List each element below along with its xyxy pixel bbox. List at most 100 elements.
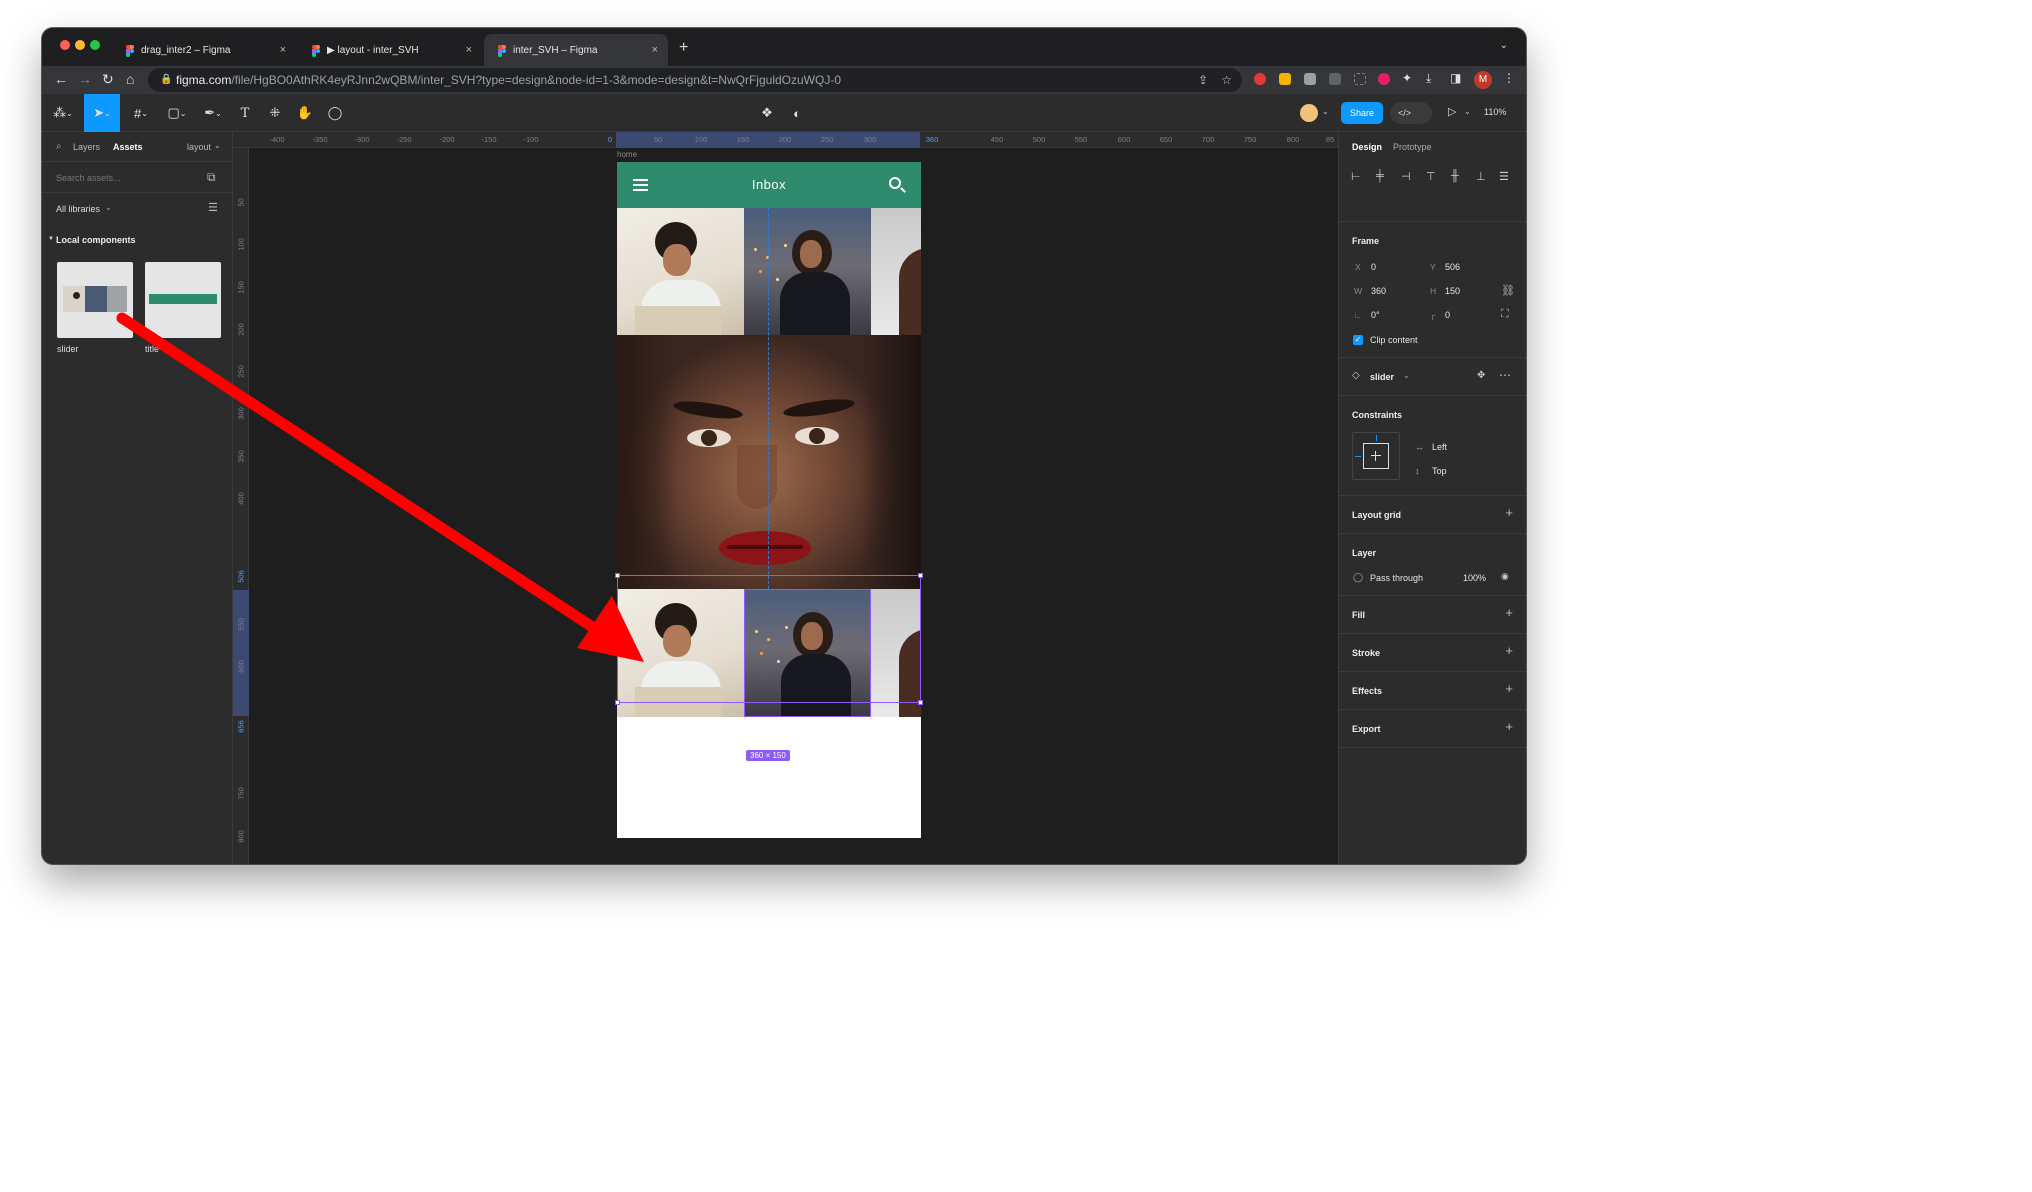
constrain-proportions-icon[interactable]: ⛓ (1501, 284, 1515, 297)
component-thumbnail-slider[interactable] (57, 262, 133, 338)
extension-icon[interactable] (1279, 73, 1291, 85)
browser-tab[interactable]: drag_inter2 – Figma × (112, 34, 296, 66)
rotation-input[interactable]: 0° (1371, 310, 1380, 320)
page-select[interactable]: layout (187, 142, 211, 152)
puzzle-extensions-icon[interactable]: ✦ (1402, 71, 1412, 85)
dev-mode-toggle[interactable]: </> (1390, 102, 1432, 124)
close-window-button[interactable] (60, 40, 70, 50)
profile-avatar[interactable]: M (1474, 71, 1492, 89)
resources-tool-icon[interactable]: ⁜ (264, 94, 286, 132)
component-thumbnail-title[interactable] (145, 262, 221, 338)
frame-title[interactable]: Frame (1352, 236, 1379, 246)
align-horizontal-center-icon[interactable]: ╪ (1376, 170, 1384, 182)
extension-icon[interactable] (1329, 73, 1341, 85)
align-right-icon[interactable]: ⊣ (1401, 170, 1411, 183)
zoom-level[interactable]: 110% (1484, 107, 1506, 117)
browser-tab[interactable]: ▶ layout - inter_SVH × (298, 34, 482, 66)
slider-instance-image-reading-boy[interactable] (617, 589, 744, 717)
go-to-component-icon[interactable]: ✥ (1477, 370, 1485, 381)
address-bar[interactable]: 🔒 figma.com/file/HgBO0AthRK4eyRJnn2wQBM/… (148, 68, 1242, 92)
home-frame[interactable]: Inbox (617, 162, 921, 838)
side-panel-icon[interactable]: ◨ (1450, 71, 1461, 85)
slider-instance-image-city-woman[interactable] (744, 589, 871, 717)
back-arrow-icon[interactable]: ← (54, 71, 68, 87)
component-icon[interactable]: ❖ (756, 94, 778, 132)
align-bottom-icon[interactable]: ⊥ (1476, 170, 1486, 183)
slider-image-city-woman[interactable] (744, 208, 871, 335)
corner-radius-input[interactable]: 0 (1445, 310, 1450, 320)
distribute-icon[interactable]: ☰ (1499, 170, 1509, 183)
design-canvas[interactable]: home Inbox 360 × 150 (249, 148, 1338, 864)
move-tool-icon[interactable]: ➤ ⌄ (84, 94, 120, 132)
share-page-icon[interactable]: ⇪ (1198, 68, 1208, 92)
add-stroke-icon[interactable]: + (1505, 643, 1513, 658)
camera-extension-icon[interactable] (1304, 73, 1316, 85)
height-input[interactable]: 150 (1445, 286, 1460, 296)
extension-icon[interactable] (1378, 73, 1390, 85)
vertical-constraint-select[interactable]: Top (1432, 466, 1447, 476)
app-bar[interactable]: Inbox (617, 162, 921, 208)
bookmark-star-icon[interactable]: ☆ (1221, 68, 1232, 92)
search-icon[interactable] (889, 177, 901, 189)
reload-icon[interactable]: ↻ (102, 71, 114, 88)
main-menu-icon[interactable]: ⁂ ⌄ (48, 94, 78, 132)
close-tab-icon[interactable]: × (652, 44, 658, 56)
tab-prototype[interactable]: Prototype (1393, 142, 1432, 152)
new-tab-button[interactable]: + (679, 39, 688, 57)
tab-layers[interactable]: Layers (73, 142, 100, 152)
y-input[interactable]: 506 (1445, 262, 1460, 272)
align-vertical-center-icon[interactable]: ╫ (1451, 170, 1459, 182)
download-icon[interactable]: ⤓ (1426, 71, 1431, 86)
search-icon[interactable]: ⌕ (56, 141, 62, 152)
align-top-icon[interactable]: ⊤ (1426, 170, 1436, 183)
maximize-window-button[interactable] (90, 40, 100, 50)
frame-tool-icon[interactable]: # ⌄ (126, 94, 156, 132)
list-view-icon[interactable]: ☰ (208, 201, 218, 214)
slider-image-reading-boy[interactable] (617, 208, 744, 335)
user-avatar[interactable] (1300, 104, 1318, 122)
text-tool-icon[interactable]: T (234, 94, 256, 132)
component-name[interactable]: slider (1370, 372, 1394, 382)
home-icon[interactable]: ⌂ (126, 71, 134, 87)
slider-instance-image-partial[interactable] (871, 589, 921, 717)
chevron-down-icon[interactable]: ⌄ (1464, 107, 1471, 116)
add-export-icon[interactable]: + (1505, 719, 1513, 734)
x-input[interactable]: 0 (1371, 262, 1376, 272)
search-input[interactable]: Search assets... (56, 173, 121, 183)
forward-arrow-icon[interactable]: → (78, 71, 92, 87)
close-tab-icon[interactable]: × (280, 44, 286, 56)
hand-tool-icon[interactable]: ✋ (294, 94, 316, 132)
chevron-down-icon[interactable]: ⌄ (1403, 371, 1410, 380)
align-left-icon[interactable]: ⊢ (1351, 170, 1361, 183)
slider-image-partial[interactable] (871, 208, 921, 335)
independent-corners-icon[interactable]: ⛶ (1501, 308, 1509, 321)
present-play-icon[interactable]: ▷ (1448, 105, 1456, 118)
minimize-window-button[interactable] (75, 40, 85, 50)
clip-content-checkbox[interactable]: ✓ (1353, 335, 1363, 345)
hero-portrait-image[interactable] (617, 335, 921, 589)
browser-tab-active[interactable]: inter_SVH – Figma × (484, 34, 668, 66)
add-layout-grid-icon[interactable]: + (1505, 505, 1513, 520)
constraint-widget[interactable] (1352, 432, 1400, 480)
library-book-icon[interactable]: ⧉ (207, 170, 216, 185)
tab-search-icon[interactable]: ⌄ (1500, 40, 1508, 51)
add-fill-icon[interactable]: + (1505, 605, 1513, 620)
tab-design[interactable]: Design (1352, 142, 1382, 152)
width-input[interactable]: 360 (1371, 286, 1386, 296)
browser-menu-icon[interactable]: ⋮ (1503, 71, 1515, 85)
chevron-down-icon[interactable]: ⌄ (1322, 107, 1329, 116)
visibility-eye-icon[interactable]: ◉ (1501, 571, 1509, 582)
screenshot-extension-icon[interactable] (1354, 73, 1366, 85)
rectangle-tool-icon[interactable]: ▢ ⌄ (162, 94, 192, 132)
tab-assets[interactable]: Assets (113, 142, 143, 152)
contrast-mask-icon[interactable]: ◐ (786, 94, 808, 132)
blend-mode-select[interactable]: Pass through (1370, 573, 1423, 583)
caret-down-icon[interactable]: ▼ (48, 236, 54, 242)
close-tab-icon[interactable]: × (466, 44, 472, 56)
more-options-icon[interactable]: ⋯ (1499, 368, 1511, 382)
horizontal-constraint-select[interactable]: Left (1432, 442, 1447, 452)
add-effect-icon[interactable]: + (1505, 681, 1513, 696)
opacity-input[interactable]: 100% (1463, 573, 1486, 583)
comment-tool-icon[interactable]: ◯ (324, 94, 346, 132)
libraries-select[interactable]: All libraries (56, 204, 100, 214)
